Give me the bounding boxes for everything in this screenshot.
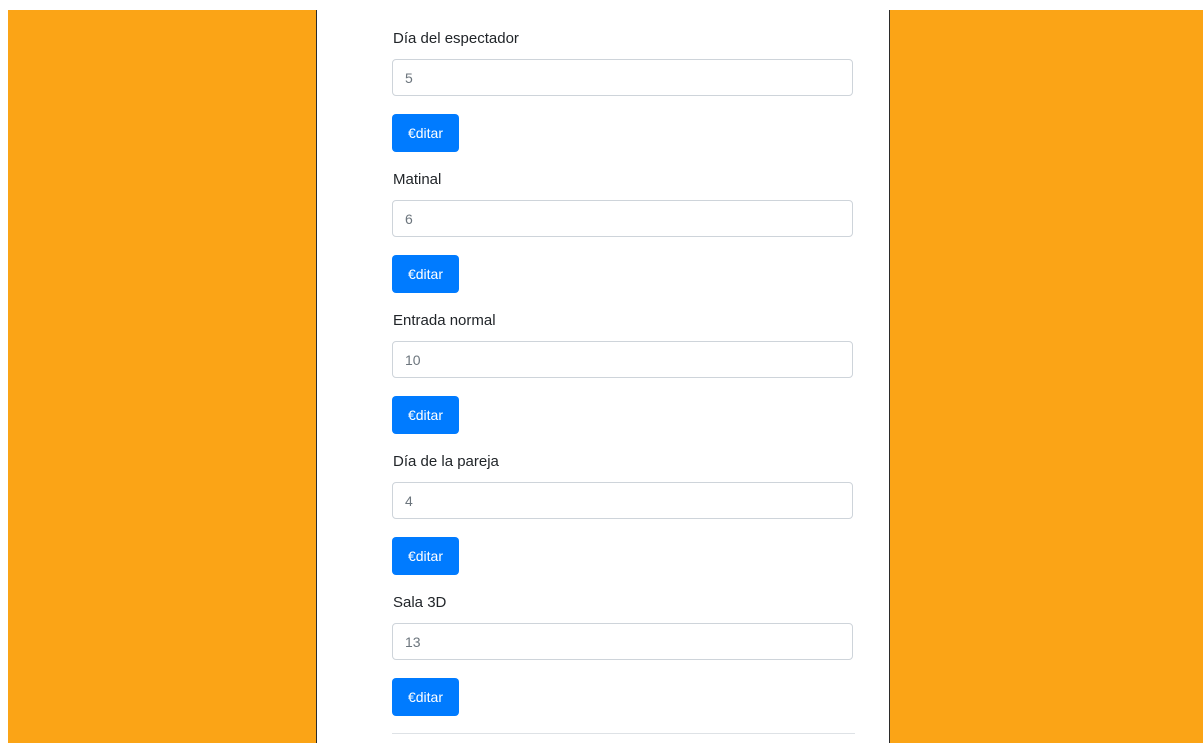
edit-button[interactable]: €ditar	[392, 255, 459, 293]
price-input[interactable]	[392, 200, 853, 237]
edit-button[interactable]: €ditar	[392, 537, 459, 575]
edit-button[interactable]: €ditar	[392, 396, 459, 434]
left-side-panel	[8, 10, 317, 743]
price-input[interactable]	[392, 341, 853, 378]
edit-button[interactable]: €ditar	[392, 678, 459, 716]
field-label: Matinal	[393, 171, 442, 188]
divider	[392, 733, 855, 734]
price-input[interactable]	[392, 623, 853, 660]
page: Día del espectador €ditar Matinal €ditar…	[0, 0, 1203, 743]
price-input[interactable]	[392, 59, 853, 96]
price-input[interactable]	[392, 482, 853, 519]
field-label: Entrada normal	[393, 312, 496, 329]
field-label: Sala 3D	[393, 594, 447, 611]
price-form: Día del espectador €ditar Matinal €ditar…	[317, 0, 889, 743]
right-side-panel	[889, 10, 1203, 743]
edit-button[interactable]: €ditar	[392, 114, 459, 152]
field-label: Día de la pareja	[393, 453, 499, 470]
field-label: Día del espectador	[393, 30, 519, 47]
